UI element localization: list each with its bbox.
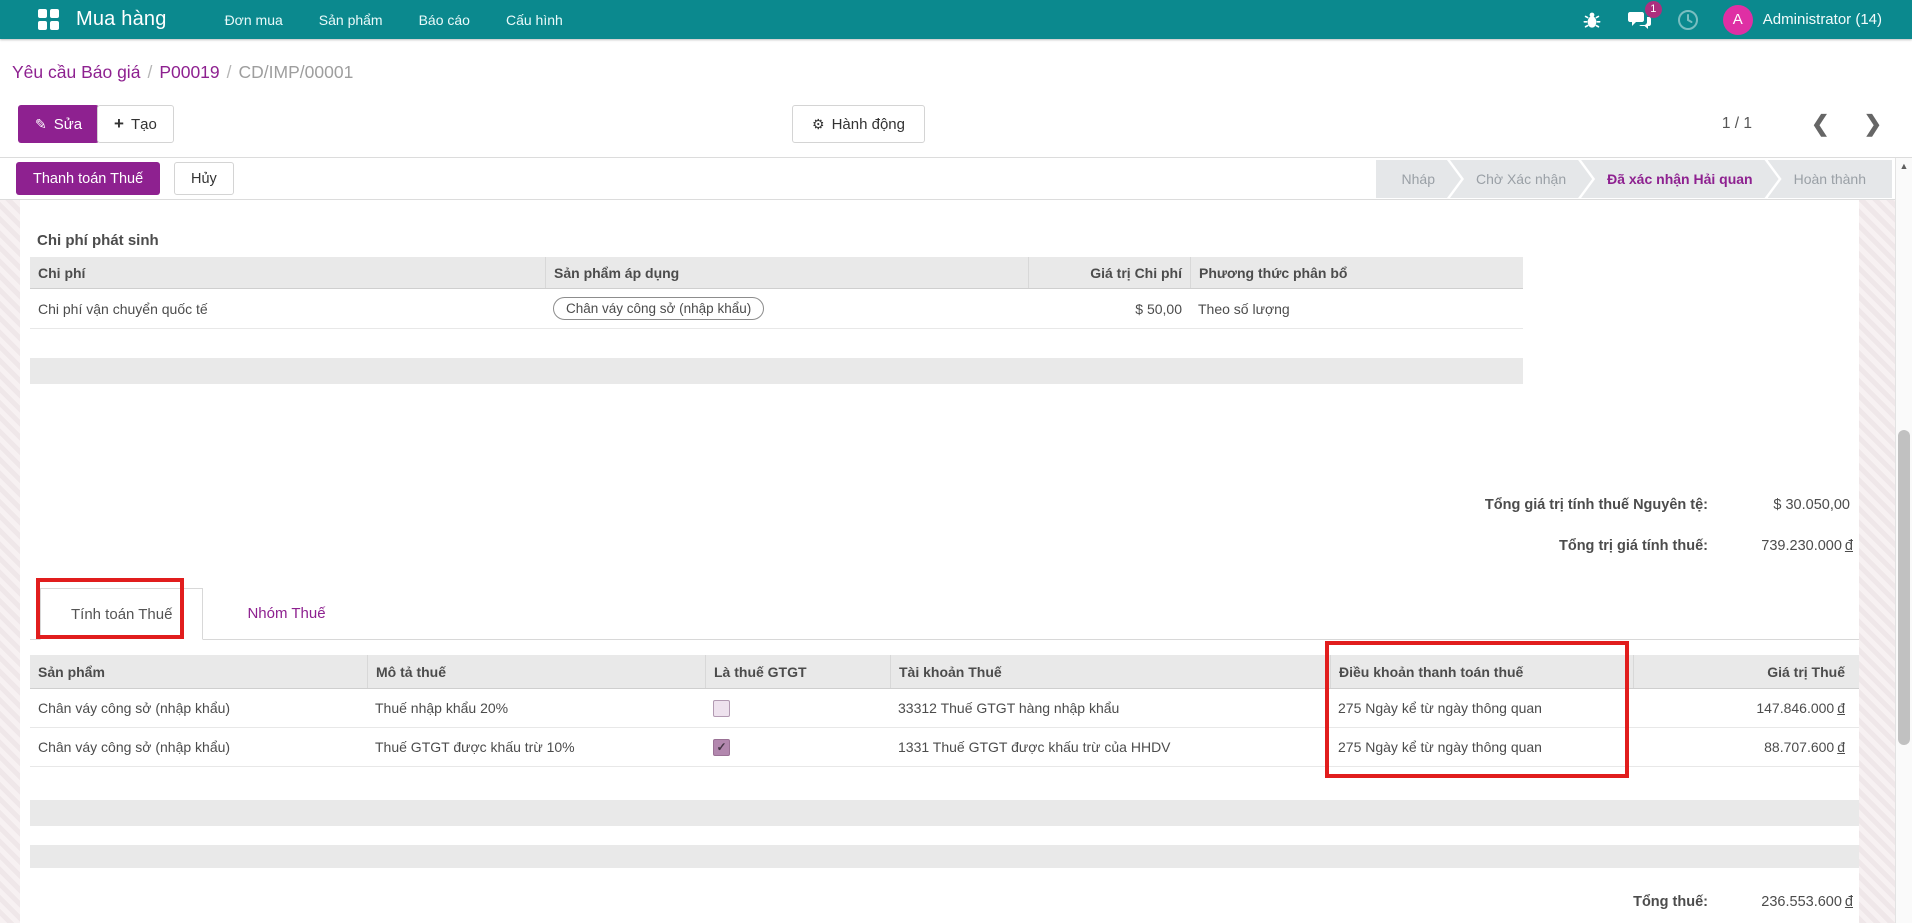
breadcrumb-separator: / [226, 62, 232, 82]
col-san-pham[interactable]: Sản phẩm [30, 655, 367, 688]
user-name: Administrator (14) [1762, 11, 1882, 28]
pager-counter: 1 / 1 [1721, 115, 1752, 132]
col-phuong-thuc-phan-bo[interactable]: Phương thức phân bổ [1190, 257, 1523, 288]
cost-table-row[interactable]: Chi phí vận chuyển quốc tế Chân váy công… [30, 289, 1523, 329]
status-pipeline: Nháp Chờ Xác nhận Đã xác nhận Hải quan H… [1376, 160, 1892, 198]
action-menu-button[interactable]: ⚙ Hành động [792, 105, 925, 143]
breadcrumb-separator: / [147, 62, 153, 82]
total-untaxed-foreign-value: $ 30.050,00 [1773, 497, 1850, 513]
stage-done[interactable]: Hoàn thành [1767, 160, 1892, 198]
col-mo-ta-thue[interactable]: Mô tả thuế [367, 655, 705, 688]
col-tai-khoan-thue[interactable]: Tài khoản Thuế [890, 655, 1330, 688]
tax-table-header: Sản phẩm Mô tả thuế Là thuế GTGT Tài kho… [30, 655, 1859, 689]
col-chi-phi[interactable]: Chi phí [30, 257, 545, 288]
breadcrumb: Yêu cầu Báo giá / P00019 / CD/IMP/00001 [12, 62, 353, 83]
col-dieu-khoan-thanh-toan-thue[interactable]: Điều khoản thanh toán thuế [1330, 655, 1633, 688]
totals-lower: Tổng thuế: 236.553.600 đ [1633, 888, 1853, 916]
app-name[interactable]: Mua hàng [76, 8, 167, 31]
menu-item-cau-hinh[interactable]: Cấu hình [492, 3, 577, 37]
total-taxable-value-amount: 739.230.000 đ [1761, 538, 1853, 554]
messages-count-badge: 1 [1644, 0, 1662, 18]
stage-customs-confirmed[interactable]: Đã xác nhận Hải quan [1581, 160, 1778, 198]
scrollbar-thumb[interactable] [1898, 430, 1910, 745]
breadcrumb-link-quotations[interactable]: Yêu cầu Báo giá [12, 62, 140, 82]
pager-previous-icon[interactable]: ❮ [1811, 113, 1829, 135]
activities-clock-icon[interactable] [1675, 7, 1701, 33]
col-gia-tri-thue[interactable]: Giá trị Thuế [1633, 655, 1859, 688]
col-la-thue-gtgt[interactable]: Là thuế GTGT [705, 655, 890, 688]
breadcrumb-link-order[interactable]: P00019 [159, 62, 219, 82]
dong-sign: đ [1844, 894, 1853, 910]
col-gia-tri-chi-phi[interactable]: Giá trị Chi phí [1028, 257, 1190, 288]
debug-bug-icon[interactable] [1579, 7, 1605, 33]
check-icon: ✓ [716, 740, 727, 754]
control-panel: Yêu cầu Báo giá / P00019 / CD/IMP/00001 ✎ Sử… [0, 39, 1912, 158]
total-tax-amount: 236.553.600 đ [1761, 894, 1853, 910]
apps-grid-icon[interactable] [38, 8, 60, 31]
total-untaxed-foreign: Tổng giá trị tính thuế Nguyên tệ: $ 30.0… [1485, 491, 1853, 519]
gtgt-checkbox[interactable]: ✓ [713, 738, 730, 756]
col-san-pham-ap-dung[interactable]: Sản phẩm áp dụng [545, 257, 1028, 288]
menu-item-san-pham[interactable]: Sản phẩm [305, 3, 397, 37]
cost-table-header: Chi phí Sản phẩm áp dụng Giá trị Chi phí… [30, 257, 1523, 289]
user-avatar: A [1722, 4, 1753, 35]
scroll-up-arrow-icon[interactable]: ▲ [1896, 161, 1912, 171]
dong-sign: đ [1844, 538, 1853, 554]
main-menu: Đơn mua Sản phẩm Báo cáo Cấu hình [211, 3, 577, 37]
stage-draft[interactable]: Nháp [1376, 160, 1461, 198]
messages-icon[interactable]: 1 [1627, 0, 1662, 33]
purchase-form-page: Mua hàng Đơn mua Sản phẩm Báo cáo Cấu hì… [0, 0, 1912, 923]
pay-tax-button[interactable]: Thanh toán Thuế [16, 162, 161, 195]
pager-arrows: ❮ ❯ [1811, 105, 1882, 143]
tax-value: 88.707.600 đ [1764, 739, 1845, 755]
tax-table-row[interactable]: Chân váy công sở (nhập khẩu) Thuế GTGT đ… [30, 728, 1859, 767]
tab-tax-computation[interactable]: Tính toán Thuế [40, 588, 204, 640]
pencil-icon: ✎ [35, 115, 47, 132]
form-content: Chi phí phát sinh Chi phí Sản phẩm áp dụ… [0, 200, 1895, 923]
product-tag[interactable]: Chân váy công sở (nhập khẩu) [553, 297, 765, 320]
dong-sign: đ [1837, 739, 1845, 755]
tax-table-footer-band [30, 800, 1859, 826]
notebook-tabs: Tính toán Thuế Nhóm Thuế [30, 585, 1859, 640]
form-sheet: Chi phí phát sinh Chi phí Sản phẩm áp dụ… [20, 200, 1859, 923]
menu-item-don-mua[interactable]: Đơn mua [211, 3, 297, 37]
stage-waiting-confirm[interactable]: Chờ Xác nhận [1450, 160, 1592, 198]
tax-table-row[interactable]: Chân váy công sở (nhập khẩu) Thuế nhập k… [30, 689, 1859, 728]
top-navbar: Mua hàng Đơn mua Sản phẩm Báo cáo Cấu hì… [0, 0, 1912, 39]
total-taxable-value: Tổng trị giá tính thuế: 739.230.000 đ [1558, 538, 1853, 554]
user-menu[interactable]: A Administrator (14) [1722, 4, 1882, 35]
vertical-scrollbar[interactable]: ▲ [1895, 158, 1912, 923]
tax-value: 147.846.000 đ [1756, 700, 1845, 716]
pager-next-icon[interactable]: ❯ [1864, 113, 1882, 135]
section-separator-band [30, 845, 1859, 868]
gtgt-checkbox[interactable]: ✓ [713, 699, 730, 717]
tab-tax-group[interactable]: Nhóm Thuế [217, 587, 355, 639]
topbar-right: 1 A Administrator (14) [1579, 0, 1882, 35]
cancel-button[interactable]: Hủy [174, 162, 234, 195]
breadcrumb-current: CD/IMP/00001 [238, 62, 354, 82]
cost-section-title: Chi phí phát sinh [37, 232, 159, 249]
cost-table-footer-band [30, 358, 1523, 384]
plus-icon: + [114, 114, 124, 133]
edit-button[interactable]: ✎ Sửa [18, 105, 100, 143]
dong-sign: đ [1837, 700, 1845, 716]
statusbar: Thanh toán Thuế Hủy Nháp Chờ Xác nhận Đã… [0, 158, 1912, 200]
total-tax: Tổng thuế: 236.553.600 đ [1633, 894, 1853, 910]
totals-upper: Tổng giá trị tính thuế Nguyên tệ: $ 30.0… [1485, 491, 1853, 560]
gear-icon: ⚙ [812, 115, 825, 132]
create-button[interactable]: + Tạo [97, 105, 174, 143]
menu-item-bao-cao[interactable]: Báo cáo [405, 3, 484, 37]
